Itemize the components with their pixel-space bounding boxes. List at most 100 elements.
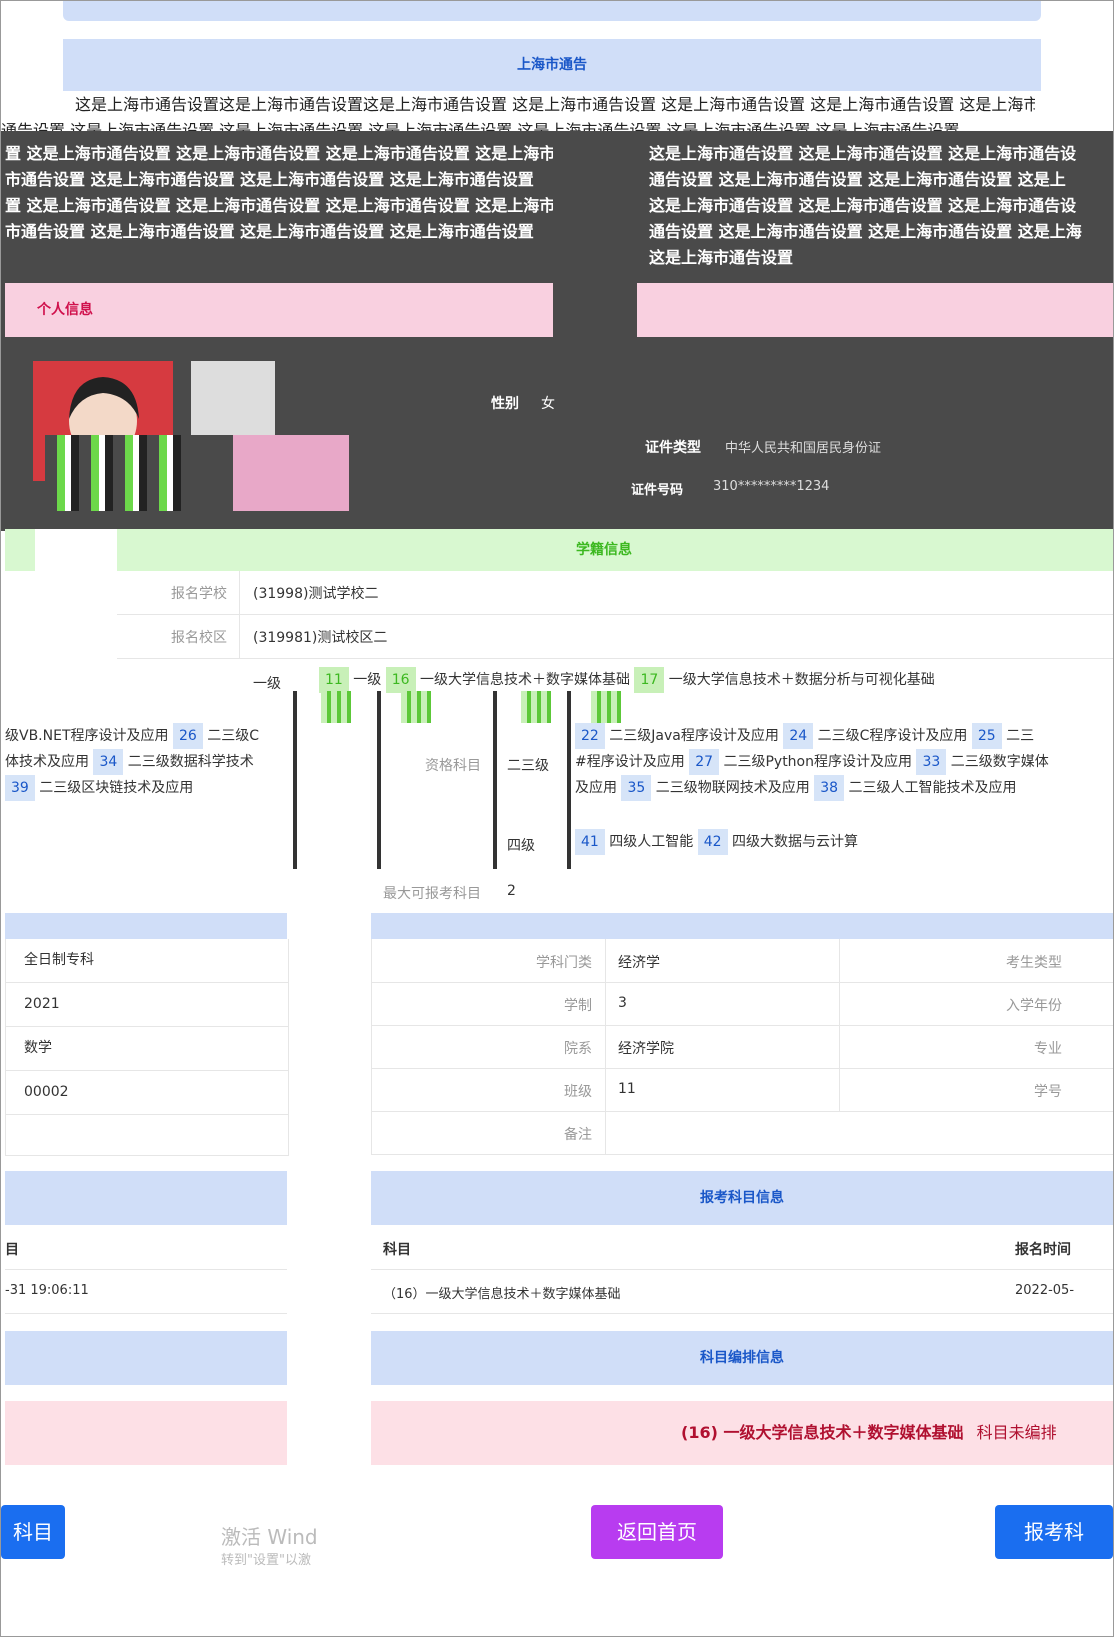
tag-subject[interactable]: 二三级人工智能技术及应用	[848, 775, 1016, 801]
tag-subject[interactable]: 及应用	[575, 775, 617, 801]
tag-number[interactable]: 41	[575, 829, 605, 855]
glitch-green	[591, 691, 621, 723]
level4-label: 四级	[507, 838, 535, 854]
photo-fragment	[233, 435, 349, 511]
campus-row: 报名校区 (319981)测试校区二	[117, 615, 1113, 659]
field-label: 学科门类	[536, 955, 592, 971]
register-subject-button[interactable]: 报考科	[995, 1505, 1113, 1559]
tag-subject[interactable]: 二三级区块链技术及应用	[39, 775, 193, 801]
watermark-line-1: 激活 Wind	[221, 1525, 318, 1549]
exam-time: 2022-05-	[1015, 1283, 1075, 1298]
field-label: 院系	[564, 1041, 592, 1057]
id-type-value: 中华人民共和国居民身份证	[725, 441, 882, 456]
tag-number[interactable]: 27	[689, 749, 720, 775]
tag-subject[interactable]: 四级大数据与云计算	[732, 829, 858, 855]
tag-number[interactable]: 42	[697, 829, 728, 855]
left-table-row: 数学	[6, 1027, 288, 1071]
right-table-row: 学科门类 经济学 考生类型	[372, 939, 1113, 983]
watermark-line-2: 转到"设置"以激	[221, 1553, 311, 1568]
tag-subject[interactable]: 二三级数字媒体	[951, 749, 1049, 775]
field-value: 经济学院	[618, 1041, 674, 1057]
field-label: 班级	[564, 1084, 592, 1100]
arrange-body: (16) 一级大学信息技术＋数字媒体基础 科目未编排	[371, 1401, 1113, 1465]
notice-title: 上海市通告	[63, 39, 1041, 91]
tag-number[interactable]: 24	[783, 723, 814, 749]
home-button[interactable]: 返回首页	[591, 1505, 723, 1559]
notice-fragment-line: 通告设置 这是上海市通告设置 这是上海市通告设置 这是上海	[649, 222, 1082, 241]
notice-fragment-line: 这是上海市通告设置 这是上海市通告设置 这是上海市通告设	[649, 144, 1077, 163]
tag-subject[interactable]: 二三	[1006, 723, 1034, 749]
left-subject-button[interactable]: 科目	[1, 1505, 65, 1559]
tag-number[interactable]: 34	[93, 749, 124, 775]
tag-number[interactable]: 25	[971, 723, 1002, 749]
glitch-white-block	[35, 529, 117, 689]
personal-info-header-right	[637, 283, 1113, 337]
level2-tags: 22 二三级Java程序设计及应用 24 二三级C程序设计及应用 25 二三 #…	[575, 723, 1113, 801]
arrange-title: 科目编排信息	[371, 1331, 1113, 1385]
tag-subject[interactable]: 二三级Java程序设计及应用	[609, 723, 779, 749]
tag-number[interactable]: 39	[5, 775, 35, 801]
glitch-green	[521, 691, 551, 723]
left-exam-row: -31 19:06:11	[5, 1271, 287, 1314]
tag-subject[interactable]: 体技术及应用	[5, 749, 89, 775]
notice-right-fragment: 这是上海市通告设置 这是上海市通告设置 这是上海市通告设 通告设置 这是上海市通…	[649, 141, 1109, 271]
tag-subject[interactable]: 二三级数据科学技术	[128, 749, 254, 775]
top-card-edge	[63, 1, 1041, 21]
tag-subject[interactable]: 一级	[353, 667, 381, 693]
tag-line: 22 二三级Java程序设计及应用 24 二三级C程序设计及应用 25 二三	[575, 723, 1113, 749]
tag-subject[interactable]: 一级大学信息技术＋数字媒体基础	[420, 667, 630, 693]
right-table-header	[371, 913, 1113, 939]
right-table-row: 班级 11 学号	[372, 1068, 1113, 1112]
left-tag-fragment: 级VB.NET程序设计及应用 26 二三级C 体技术及应用 34 二三级数据科学…	[5, 723, 287, 801]
tag-subject[interactable]: 二三级C程序设计及应用	[818, 723, 968, 749]
gender-label: 性别	[491, 396, 519, 412]
id-type-label: 证件类型	[645, 440, 701, 456]
tag-number[interactable]: 35	[621, 775, 652, 801]
right-table-row: 备注	[372, 1111, 1113, 1155]
left-exam-header	[5, 1171, 287, 1225]
divider	[239, 615, 240, 658]
left-exam-head-row: 目	[5, 1227, 287, 1270]
notice-fragment-line: 市通告设置 这是上海市通告设置 这是上海市通告设置 这是上海市通告设置	[5, 170, 534, 189]
school-value: (31998)测试学校二	[253, 586, 379, 602]
qual-label: 资格科目	[425, 758, 481, 774]
notice-fragment-line: 置 这是上海市通告设置 这是上海市通告设置 这是上海市通告设置 这是上海市	[5, 144, 553, 163]
tag-subject[interactable]: 级VB.NET程序设计及应用	[5, 723, 169, 749]
notice-line-1: 这是上海市通告设置这是上海市通告设置这是上海市通告设置 这是上海市通告设置 这是…	[75, 95, 1035, 114]
tag-subject[interactable]: 二三级物联网技术及应用	[656, 775, 810, 801]
tag-number[interactable]: 16	[385, 667, 416, 693]
max-subjects-label: 最大可报考科目	[383, 886, 481, 902]
notice-fragment-line: 置 这是上海市通告设置 这是上海市通告设置 这是上海市通告设置 这是上海市	[5, 196, 553, 215]
max-subjects-value: 2	[507, 883, 516, 899]
tag-number[interactable]: 22	[575, 723, 605, 749]
divider	[239, 571, 240, 614]
exam-head-row: 科目 报名时间	[371, 1227, 1113, 1270]
tag-subject[interactable]: 四级人工智能	[609, 829, 693, 855]
left-table-header	[5, 913, 287, 939]
left-table: 全日制专科 2021 数学 00002	[5, 939, 289, 1156]
id-number-value: 310*********1234	[713, 479, 830, 494]
notice-fragment-line: 这是上海市通告设置 这是上海市通告设置 这是上海市通告设	[649, 196, 1077, 215]
tag-number[interactable]: 33	[916, 749, 947, 775]
field-label: 备注	[564, 1127, 592, 1143]
tag-subject[interactable]: 二三级Python程序设计及应用	[723, 749, 912, 775]
school-row: 报名学校 (31998)测试学校二	[117, 571, 1113, 615]
exam-row: （16）一级大学信息技术＋数字媒体基础 2022-05-	[371, 1271, 1113, 1314]
glitch-bar	[377, 691, 381, 869]
tag-subject[interactable]: 二三级C	[207, 723, 259, 749]
tag-subject[interactable]: #程序设计及应用	[575, 749, 685, 775]
tag-number[interactable]: 17	[634, 667, 665, 693]
tag-line: 体技术及应用 34 二三级数据科学技术	[5, 749, 287, 775]
exam-subjects-title: 报考科目信息	[371, 1171, 1113, 1225]
tag-number[interactable]: 11	[319, 667, 349, 693]
photo-placeholder	[191, 361, 275, 435]
tag-number[interactable]: 38	[814, 775, 845, 801]
tag-line: 级VB.NET程序设计及应用 26 二三级C	[5, 723, 287, 749]
col-time: 报名时间	[1015, 1242, 1071, 1258]
left-arrange-header	[5, 1331, 287, 1385]
tag-number[interactable]: 26	[172, 723, 203, 749]
level2-label: 二三级	[507, 758, 549, 774]
school-info-title: 学籍信息	[5, 529, 1113, 571]
field-value: 3	[618, 995, 627, 1011]
tag-subject[interactable]: 一级大学信息技术＋数据分析与可视化基础	[669, 667, 935, 693]
